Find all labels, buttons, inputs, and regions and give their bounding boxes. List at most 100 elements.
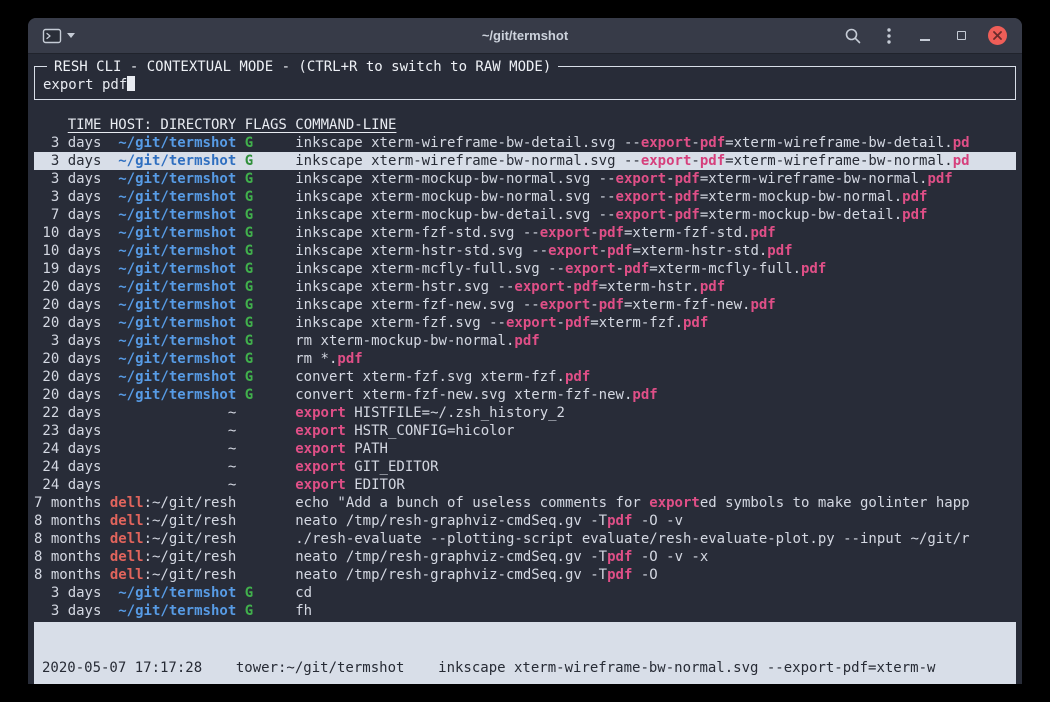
chevron-down-icon — [67, 33, 75, 38]
row-time: 3 days — [34, 188, 101, 206]
row-flags: G — [245, 386, 287, 404]
row-flags: G — [245, 152, 287, 170]
history-row[interactable]: 3 days ~/git/termshot G cd — [34, 584, 1016, 602]
new-terminal-button[interactable] — [42, 28, 75, 44]
row-time: 20 days — [34, 296, 101, 314]
row-time: 8 months — [34, 548, 101, 566]
row-time: 8 months — [34, 566, 101, 584]
row-time: 3 days — [34, 152, 101, 170]
row-flags: G — [245, 188, 287, 206]
row-time: 20 days — [34, 368, 101, 386]
history-row[interactable]: 7 days ~/git/termshot G inkscape xterm-m… — [34, 206, 1016, 224]
close-button[interactable] — [984, 23, 1010, 49]
row-command: inkscape xterm-wireframe-bw-normal.svg -… — [295, 152, 1016, 170]
row-time: 10 days — [34, 224, 101, 242]
history-row[interactable]: 20 days ~/git/termshot G inkscape xterm-… — [34, 296, 1016, 314]
history-row[interactable]: 7 months dell:~/git/resh echo "Add a bun… — [34, 494, 1016, 512]
history-row[interactable]: 8 months dell:~/git/resh neato /tmp/resh… — [34, 512, 1016, 530]
history-list: 3 days ~/git/termshot G inkscape xterm-w… — [34, 134, 1016, 620]
history-row[interactable]: 24 days ~ export GIT_EDITOR — [34, 458, 1016, 476]
row-time: 20 days — [34, 350, 101, 368]
row-flags — [245, 512, 287, 530]
row-command: export GIT_EDITOR — [295, 458, 1016, 476]
row-flags: G — [245, 242, 287, 260]
row-hostdir: ~/git/termshot — [110, 242, 236, 260]
row-time: 3 days — [34, 332, 101, 350]
history-row[interactable]: 3 days ~/git/termshot G inkscape xterm-w… — [34, 134, 1016, 152]
row-hostdir: ~/git/termshot — [110, 296, 236, 314]
row-command: inkscape xterm-wireframe-bw-detail.svg -… — [295, 134, 1016, 152]
row-hostdir: ~/git/termshot — [110, 206, 236, 224]
search-input[interactable]: export pdf — [43, 76, 1007, 94]
row-hostdir: ~/git/termshot — [110, 314, 236, 332]
terminal-window: ~/git/termshot — [28, 18, 1022, 684]
row-flags: G — [245, 332, 287, 350]
row-command: inkscape xterm-mcfly-full.svg --export-p… — [295, 260, 1016, 278]
history-row[interactable]: 20 days ~/git/termshot G rm *.pdf — [34, 350, 1016, 368]
row-command: export PATH — [295, 440, 1016, 458]
row-hostdir: dell:~/git/resh — [110, 548, 236, 566]
row-hostdir: ~/git/termshot — [110, 584, 236, 602]
history-row[interactable]: 8 months dell:~/git/resh ./resh-evaluate… — [34, 530, 1016, 548]
row-hostdir: ~/git/termshot — [110, 170, 236, 188]
search-panel: RESH CLI - CONTEXTUAL MODE - (CTRL+R to … — [34, 66, 1016, 100]
search-panel-title: RESH CLI - CONTEXTUAL MODE - (CTRL+R to … — [47, 58, 558, 76]
row-hostdir: ~/git/termshot — [110, 350, 236, 368]
history-row[interactable]: 8 months dell:~/git/resh neato /tmp/resh… — [34, 548, 1016, 566]
history-row[interactable]: 20 days ~/git/termshot G inkscape xterm-… — [34, 314, 1016, 332]
row-time: 24 days — [34, 458, 101, 476]
row-hostdir: ~/git/termshot — [110, 332, 236, 350]
history-row[interactable]: 10 days ~/git/termshot G inkscape xterm-… — [34, 242, 1016, 260]
row-hostdir: ~/git/termshot — [110, 152, 236, 170]
history-row[interactable]: 10 days ~/git/termshot G inkscape xterm-… — [34, 224, 1016, 242]
row-command: inkscape xterm-fzf.svg --export-pdf=xter… — [295, 314, 1016, 332]
history-row[interactable]: 3 days ~/git/termshot G inkscape xterm-m… — [34, 170, 1016, 188]
history-row[interactable]: 24 days ~ export PATH — [34, 440, 1016, 458]
row-time: 24 days — [34, 440, 101, 458]
row-time: 8 months — [34, 512, 101, 530]
row-flags — [245, 494, 287, 512]
row-command: inkscape xterm-hstr.svg --export-pdf=xte… — [295, 278, 1016, 296]
history-row[interactable]: 20 days ~/git/termshot G convert xterm-f… — [34, 386, 1016, 404]
row-command: neato /tmp/resh-graphviz-cmdSeq.gv -Tpdf… — [295, 512, 1016, 530]
history-row[interactable]: 8 months dell:~/git/resh neato /tmp/resh… — [34, 566, 1016, 584]
restore-button[interactable] — [948, 23, 974, 49]
titlebar[interactable]: ~/git/termshot — [28, 18, 1022, 54]
history-row[interactable]: 22 days ~ export HISTFILE=~/.zsh_history… — [34, 404, 1016, 422]
row-hostdir: ~ — [110, 440, 236, 458]
history-row[interactable]: 24 days ~ export EDITOR — [34, 476, 1016, 494]
row-time: 20 days — [34, 386, 101, 404]
row-command: neato /tmp/resh-graphviz-cmdSeq.gv -Tpdf… — [295, 566, 1016, 584]
history-row[interactable]: 20 days ~/git/termshot G inkscape xterm-… — [34, 278, 1016, 296]
row-time: 10 days — [34, 242, 101, 260]
search-query: export pdf — [43, 77, 127, 93]
row-hostdir: ~ — [110, 458, 236, 476]
row-command: rm xterm-mockup-bw-normal.pdf — [295, 332, 1016, 350]
row-hostdir: dell:~/git/resh — [110, 566, 236, 584]
row-command: ./resh-evaluate --plotting-script evalua… — [295, 530, 1016, 548]
history-row[interactable]: 19 days ~/git/termshot G inkscape xterm-… — [34, 260, 1016, 278]
history-row[interactable]: 23 days ~ export HSTR_CONFIG=hicolor — [34, 422, 1016, 440]
row-hostdir: ~/git/termshot — [110, 368, 236, 386]
menu-button[interactable] — [876, 23, 902, 49]
row-command: convert xterm-fzf-new.svg xterm-fzf-new.… — [295, 386, 1016, 404]
history-row[interactable]: 3 days ~/git/termshot G inkscape xterm-m… — [34, 188, 1016, 206]
row-flags — [245, 404, 287, 422]
minimize-button[interactable] — [912, 23, 938, 49]
history-row[interactable]: 3 days ~/git/termshot G inkscape xterm-w… — [34, 152, 1016, 170]
search-button[interactable] — [840, 23, 866, 49]
row-hostdir: ~ — [110, 476, 236, 494]
history-row[interactable]: 3 days ~/git/termshot G fh — [34, 602, 1016, 620]
history-row[interactable]: 20 days ~/git/termshot G convert xterm-f… — [34, 368, 1016, 386]
row-time: 7 months — [34, 494, 101, 512]
row-command: inkscape xterm-hstr-std.svg --export-pdf… — [295, 242, 1016, 260]
history-row[interactable]: 3 days ~/git/termshot G rm xterm-mockup-… — [34, 332, 1016, 350]
row-command: inkscape xterm-fzf-new.svg --export-pdf=… — [295, 296, 1016, 314]
detail-line1: 2020-05-07 17:17:28 tower:~/git/termshot… — [42, 659, 1008, 677]
titlebar-right-group — [840, 23, 1010, 49]
text-cursor — [127, 76, 135, 91]
row-flags: G — [245, 584, 287, 602]
selected-detail: 2020-05-07 17:17:28 tower:~/git/termshot… — [34, 622, 1016, 684]
row-time: 3 days — [34, 134, 101, 152]
row-hostdir: ~/git/termshot — [110, 602, 236, 620]
